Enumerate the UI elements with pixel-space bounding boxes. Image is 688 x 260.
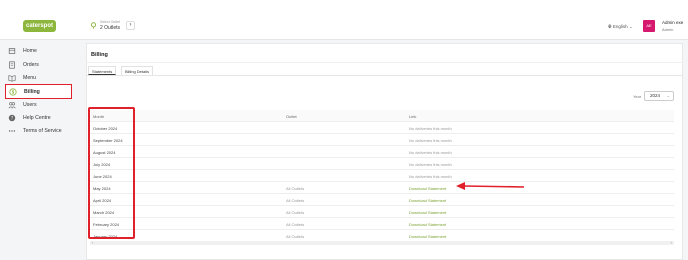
no-deliveries-text: No deliveries this month [409, 126, 452, 131]
no-deliveries-text: No deliveries this month [409, 174, 452, 179]
chevron-right-icon[interactable]: › [126, 21, 135, 30]
no-deliveries-text: No deliveries this month [409, 138, 452, 143]
sidebar-item-label: Billing [24, 89, 40, 95]
billing-icon: $ [9, 88, 17, 96]
admin-name: Admin exe [662, 20, 684, 25]
sidebar-item-label: Help Centre [23, 115, 51, 121]
language-selector[interactable]: 🌐︎ English ⌄ [608, 24, 633, 30]
outlet-selector-label: Select Outlet [100, 20, 121, 24]
outlet-selector-value[interactable]: 2 Outlets [100, 25, 120, 31]
year-select[interactable]: 2024 ⌄ [644, 91, 674, 101]
year-label: Year [633, 94, 642, 99]
tab-billing-details[interactable]: Billing Details [121, 66, 154, 75]
page-title: Billing [91, 52, 108, 58]
download-statement-link[interactable]: Download Statement [409, 210, 446, 215]
table-row: September 2024 No deliveries this month [90, 134, 674, 146]
table-row: May 2024 All Outlets Download Statement [90, 182, 674, 194]
tab-statements[interactable]: Statements [88, 66, 117, 75]
home-icon [8, 48, 16, 54]
column-header-outlet: Outlet [286, 114, 297, 119]
outlet-cell: All Outlets [286, 198, 305, 203]
table-row: October 2024 No deliveries this month [90, 122, 674, 134]
sidebar-item-label: Menu [23, 75, 36, 81]
users-icon [8, 102, 16, 109]
no-deliveries-text: No deliveries this month [409, 162, 452, 167]
table-row: April 2024 All Outlets Download Statemen… [90, 194, 674, 206]
svg-text:$: $ [12, 90, 15, 95]
no-deliveries-text: No deliveries this month [409, 150, 452, 155]
chevron-left-icon[interactable]: ‹ [92, 240, 93, 245]
help-icon: ? [8, 114, 16, 122]
highlight-box [88, 107, 135, 239]
location-pin-icon [90, 22, 97, 29]
sidebar-item-label: Users [23, 102, 37, 108]
table-header-row: Month Outlet Link [90, 110, 674, 122]
more-icon [8, 130, 16, 132]
caterspot-logo[interactable]: caterspot [23, 20, 56, 32]
download-statement-link[interactable]: Download Statement [409, 198, 446, 203]
column-header-link: Link [409, 114, 417, 119]
sidebar-item-users[interactable]: Users [5, 99, 72, 111]
year-select-value: 2024 [650, 93, 661, 98]
chevron-down-icon: ⌄ [666, 93, 670, 98]
divider [86, 75, 683, 76]
statements-table: Month Outlet Link October 2024 No delive… [90, 110, 674, 242]
download-statement-link[interactable]: Download Statement [409, 234, 446, 239]
download-statement-link[interactable]: Download Statement [409, 186, 446, 191]
sidebar-item-billing[interactable]: $ Billing [5, 84, 72, 99]
outlet-cell: All Outlets [286, 186, 305, 191]
menu-icon [8, 75, 16, 82]
sidebar-item-label: Terms of Service [23, 128, 62, 134]
table-row: August 2024 No deliveries this month [90, 146, 674, 158]
sidebar-item-help-centre[interactable]: ? Help Centre [5, 112, 72, 124]
orders-icon [9, 61, 15, 69]
avatar[interactable]: AE [643, 20, 655, 32]
admin-role: Admin [662, 27, 674, 32]
chevron-right-icon[interactable]: › [671, 240, 672, 245]
table-row: July 2024 No deliveries this month [90, 158, 674, 170]
outlet-cell: All Outlets [286, 210, 305, 215]
language-label: English [612, 24, 628, 29]
horizontal-scrollbar[interactable]: ‹ › [90, 240, 674, 245]
sidebar-item-menu[interactable]: Menu [5, 72, 72, 84]
sidebar-item-label: Orders [23, 62, 39, 68]
outlet-cell: All Outlets [286, 234, 305, 239]
sidebar-item-terms-of-service[interactable]: Terms of Service [5, 125, 72, 137]
table-row: June 2024 No deliveries this month [90, 170, 674, 182]
table-row: March 2024 All Outlets Download Statemen… [90, 206, 674, 218]
sidebar-item-label: Home [23, 48, 37, 54]
outlet-cell: All Outlets [286, 222, 305, 227]
download-statement-link[interactable]: Download Statement [409, 222, 446, 227]
table-row: February 2024 All Outlets Download State… [90, 218, 674, 230]
top-bar: caterspot Select Outlet 2 Outlets › 🌐︎ E… [0, 0, 688, 40]
divider [86, 62, 683, 63]
arrow-left-icon [456, 182, 525, 190]
sidebar-item-home[interactable]: Home [5, 45, 72, 57]
sidebar-item-orders[interactable]: Orders [5, 59, 72, 71]
